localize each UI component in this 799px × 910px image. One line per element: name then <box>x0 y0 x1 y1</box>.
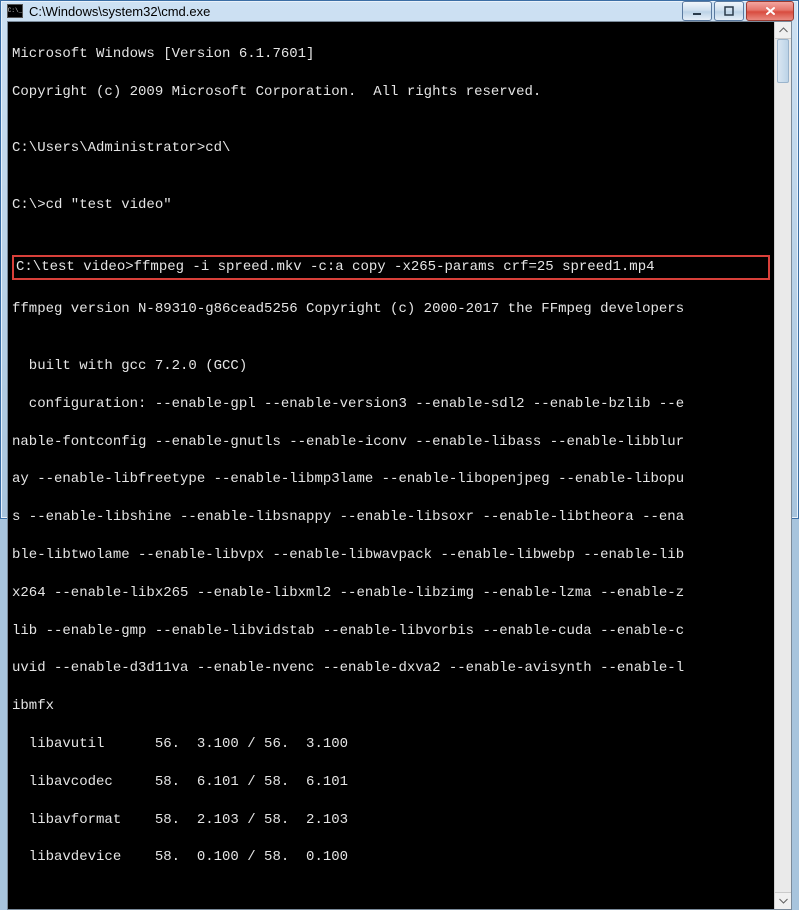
output-line: x264 --enable-libx265 --enable-libxml2 -… <box>12 584 770 603</box>
output-line: built with gcc 7.2.0 (GCC) <box>12 357 770 376</box>
output-line: ffmpeg version N-89310-g86cead5256 Copyr… <box>12 300 770 319</box>
scroll-up-button[interactable] <box>775 22 791 39</box>
output-line: libavutil 56. 3.100 / 56. 3.100 <box>12 735 770 754</box>
output-line: libavcodec 58. 6.101 / 58. 6.101 <box>12 773 770 792</box>
title-bar[interactable]: C:\Windows\system32\cmd.exe <box>1 1 798 21</box>
output-line: ay --enable-libfreetype --enable-libmp3l… <box>12 470 770 489</box>
close-icon <box>765 6 776 16</box>
client-area: Microsoft Windows [Version 6.1.7601] Cop… <box>7 21 792 910</box>
close-button[interactable] <box>746 1 794 21</box>
maximize-button[interactable] <box>714 1 744 21</box>
output-line: lib --enable-gmp --enable-libvidstab --e… <box>12 622 770 641</box>
output-line: configuration: --enable-gpl --enable-ver… <box>12 395 770 414</box>
output-line: uvid --enable-d3d11va --enable-nvenc --e… <box>12 659 770 678</box>
chevron-down-icon <box>779 898 788 904</box>
output-line: nable-fontconfig --enable-gnutls --enabl… <box>12 433 770 452</box>
minimize-icon <box>692 6 702 16</box>
output-line: libavformat 58. 2.103 / 58. 2.103 <box>12 811 770 830</box>
chevron-up-icon <box>779 27 788 33</box>
output-line: C:\Users\Administrator>cd\ <box>12 139 770 158</box>
window-frame: C:\Windows\system32\cmd.exe Microsoft Wi… <box>0 0 799 519</box>
scroll-track[interactable] <box>775 39 791 892</box>
window-title: C:\Windows\system32\cmd.exe <box>29 4 682 19</box>
console-output[interactable]: Microsoft Windows [Version 6.1.7601] Cop… <box>8 22 774 909</box>
highlighted-command: C:\test video>ffmpeg -i spreed.mkv -c:a … <box>12 255 770 280</box>
minimize-button[interactable] <box>682 1 712 21</box>
scroll-thumb[interactable] <box>777 39 789 83</box>
cmd-icon <box>7 4 23 18</box>
output-line: C:\>cd "test video" <box>12 196 770 215</box>
output-line: Copyright (c) 2009 Microsoft Corporation… <box>12 83 770 102</box>
output-line: ble-libtwolame --enable-libvpx --enable-… <box>12 546 770 565</box>
output-line: ibmfx <box>12 697 770 716</box>
output-line: libavdevice 58. 0.100 / 58. 0.100 <box>12 848 770 867</box>
maximize-icon <box>724 6 734 16</box>
scroll-down-button[interactable] <box>775 892 791 909</box>
vertical-scrollbar[interactable] <box>774 22 791 909</box>
output-line: Microsoft Windows [Version 6.1.7601] <box>12 45 770 64</box>
window-controls <box>682 1 794 21</box>
output-line: s --enable-libshine --enable-libsnappy -… <box>12 508 770 527</box>
